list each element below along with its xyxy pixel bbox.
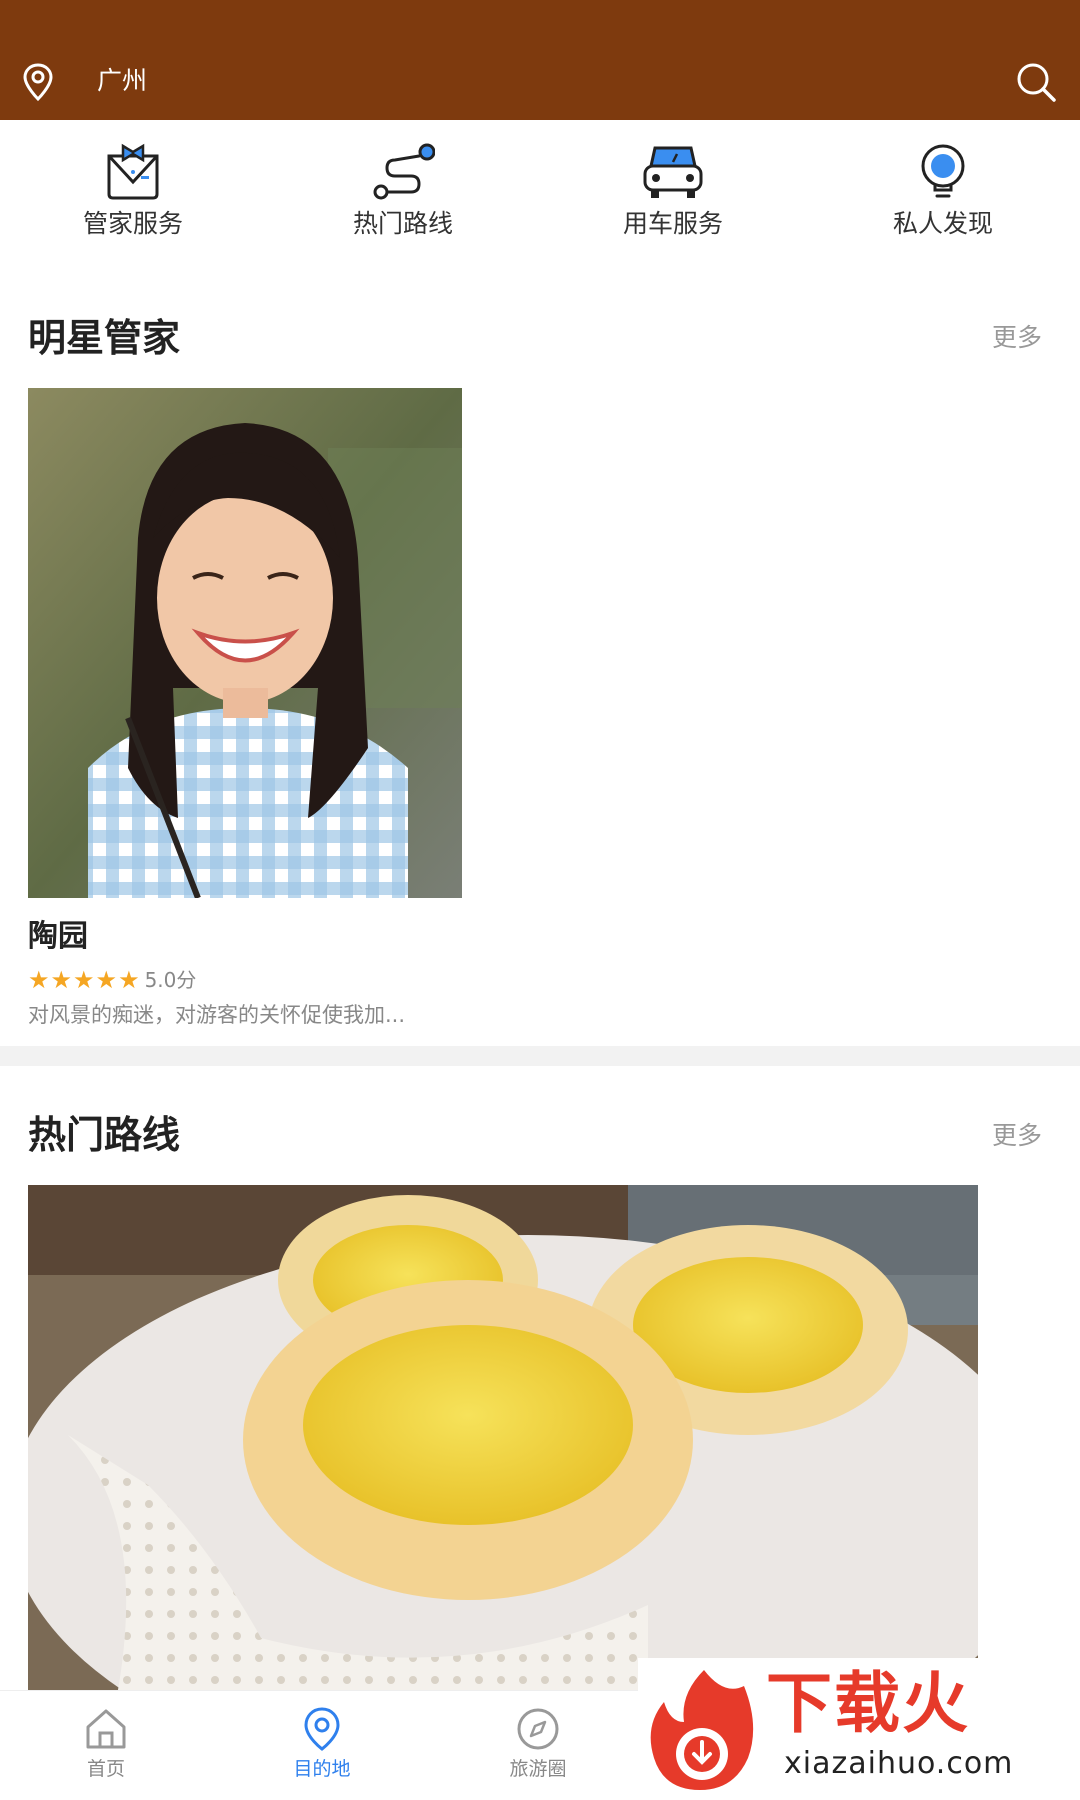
- watermark: 下载火 xiazaihuo.com: [638, 1658, 1080, 1800]
- butler-name: 陶园: [28, 919, 88, 954]
- tab-home[interactable]: 首页: [46, 1705, 166, 1795]
- watermark-brand: 下载火: [766, 1665, 970, 1742]
- butler-rating: ★★★★★ 5.0分: [28, 965, 196, 995]
- quick-menu: 管家服务 热门路线 用车服务 私人发现: [0, 120, 1080, 260]
- rating-score: 5.0分: [144, 968, 197, 992]
- compass-icon: [517, 1708, 559, 1750]
- home-icon: [86, 1709, 126, 1749]
- rating-stars: ★★★★★: [28, 966, 141, 994]
- watermark-url: xiazaihuo.com: [784, 1746, 1014, 1781]
- top-bar: 广州: [0, 0, 1080, 120]
- tab-label: 目的地: [293, 1758, 351, 1780]
- car-icon: [643, 146, 703, 198]
- quick-item-car[interactable]: 用车服务: [573, 142, 773, 262]
- butler-photo[interactable]: [28, 388, 462, 898]
- quick-item-label: 私人发现: [892, 209, 993, 238]
- route-icon: [373, 143, 435, 200]
- city-selector[interactable]: 广州: [97, 66, 147, 96]
- quick-item-label: 用车服务: [622, 209, 723, 238]
- destination-pin-icon: [304, 1707, 340, 1751]
- quick-item-label: 热门路线: [352, 209, 453, 238]
- star-butler-more-link[interactable]: 更多: [992, 322, 1042, 354]
- lightbulb-icon: [921, 144, 965, 198]
- quick-item-label: 管家服务: [82, 209, 183, 238]
- section-divider: [0, 1046, 1080, 1066]
- quick-item-discover[interactable]: 私人发现: [843, 142, 1043, 262]
- butler-description: 对风景的痴迷，对游客的关怀促使我加...: [28, 1003, 406, 1027]
- search-icon[interactable]: [1014, 60, 1058, 104]
- tab-destination[interactable]: 目的地: [262, 1705, 382, 1795]
- tab-travel-circle[interactable]: 旅游圈: [478, 1705, 598, 1795]
- hot-routes-more-link[interactable]: 更多: [992, 1120, 1042, 1152]
- section-title-star-butler: 明星管家: [28, 316, 181, 360]
- tab-label: 首页: [86, 1758, 125, 1780]
- route-photo[interactable]: [28, 1185, 978, 1690]
- location-pin-icon[interactable]: [20, 62, 56, 102]
- tab-label: 旅游圈: [509, 1758, 567, 1780]
- quick-item-routes[interactable]: 热门路线: [303, 142, 503, 262]
- section-title-hot-routes: 热门路线: [28, 1113, 181, 1157]
- quick-item-butler[interactable]: 管家服务: [33, 142, 233, 262]
- flame-logo-icon: [650, 1670, 754, 1790]
- butler-icon: [107, 143, 159, 200]
